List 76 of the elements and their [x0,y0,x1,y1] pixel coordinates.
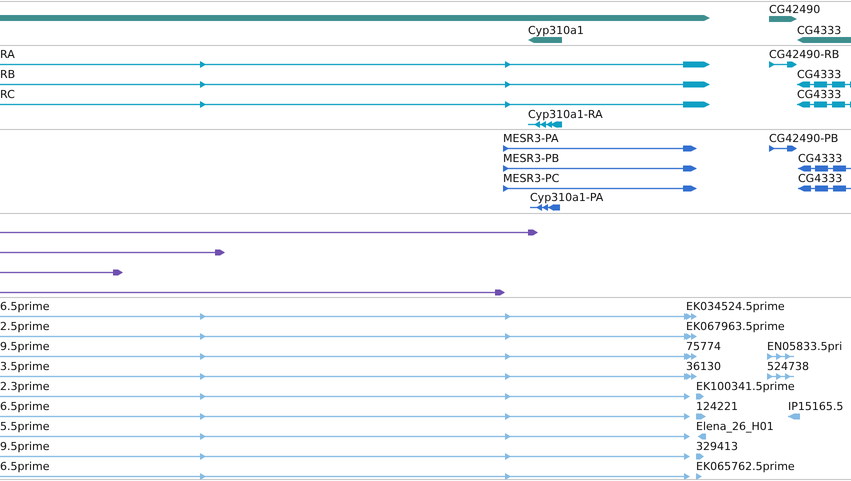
feature-label: MESR3-PC [503,172,560,185]
feature-label: CG4333 [798,172,842,185]
feature-label: 5.5prime [0,420,50,433]
transcript-glyph[interactable] [797,102,851,108]
est-glyph[interactable] [686,373,697,380]
feature-label: CG4333 [798,152,842,165]
feature-label: 9.5prime [0,440,50,453]
feature-label: CG4333 [797,24,842,37]
transcript-glyph[interactable] [769,61,797,68]
feature-label: EK065762.5prime [696,460,795,473]
alignment-glyph[interactable] [0,290,505,296]
feature-label: RC [0,88,15,101]
alignment-glyph[interactable] [0,230,538,236]
feature-label: 6.5prime [0,460,50,473]
est-glyph[interactable] [698,434,706,440]
transcript-glyph[interactable] [0,101,710,108]
feature-label: 3.5prime [0,360,50,373]
est-glyph[interactable] [767,353,794,360]
feature-label: 524738 [767,360,809,373]
est-glyph[interactable] [0,393,690,400]
est-glyph[interactable] [767,373,794,380]
feature-label: CG42490-PB [769,132,838,145]
est-glyph[interactable] [686,333,697,340]
feature-label: 2.3prime [0,380,50,393]
est-glyph[interactable] [0,413,690,420]
feature-label: EK100341.5prime [696,380,795,393]
feature-label: EK034524.5prime [686,300,785,313]
alignment-glyph[interactable] [0,270,123,276]
est-glyph[interactable] [686,313,697,320]
protein-glyph[interactable] [530,204,560,211]
est-glyph[interactable] [696,414,706,420]
feature-label: MESR3-PA [503,132,558,145]
feature-label: Cyp310a1-PA [530,191,604,204]
feature-label: 36130 [686,360,721,373]
feature-label: CG4333 [797,68,842,81]
feature-label: 75774 [686,340,721,353]
transcript-glyph[interactable] [0,81,710,88]
est-glyph[interactable] [696,454,704,460]
protein-glyph[interactable] [503,145,697,152]
protein-glyph[interactable] [503,185,697,192]
feature-label: EK067963.5prime [686,320,785,333]
protein-glyph[interactable] [798,186,851,192]
feature-label: MESR3-PB [503,152,560,165]
gene-bar[interactable] [797,37,851,43]
est-glyph[interactable] [788,414,800,420]
protein-glyph[interactable] [503,165,697,172]
est-glyph[interactable] [0,473,690,480]
feature-label: CG42490-RB [769,48,840,61]
feature-label: RB [0,68,16,81]
feature-label: IP15165.5 [788,400,844,413]
feature-label: Elena_26_H01 [696,420,774,433]
feature-label: Cyp310a1 [528,24,584,37]
feature-label: Cyp310a1-RA [528,108,603,121]
est-glyph[interactable] [686,353,697,360]
feature-label: RA [0,48,15,61]
gene-bar[interactable] [769,16,797,22]
est-glyph[interactable] [0,453,690,460]
alignment-glyph[interactable] [0,250,225,256]
feature-label: CG42490 [769,3,820,16]
feature-label: 6.5prime [0,400,50,413]
feature-label: 329413 [696,440,738,453]
feature-label: 124221 [696,400,738,413]
feature-label: 2.5prime [0,320,50,333]
est-glyph[interactable] [696,394,704,400]
feature-label: 6.5prime [0,300,50,313]
transcript-glyph[interactable] [797,82,851,88]
transcript-glyph[interactable] [528,121,562,128]
gene-bar[interactable] [528,37,562,43]
feature-label: EN05833.5pri [767,340,842,353]
feature-label: CG4333 [797,88,842,101]
protein-glyph[interactable] [798,166,851,172]
est-glyph[interactable] [0,433,690,440]
protein-glyph[interactable] [769,145,797,152]
est-glyph[interactable] [696,473,702,480]
feature-label: 9.5prime [0,340,50,353]
transcript-glyph[interactable] [0,61,710,68]
